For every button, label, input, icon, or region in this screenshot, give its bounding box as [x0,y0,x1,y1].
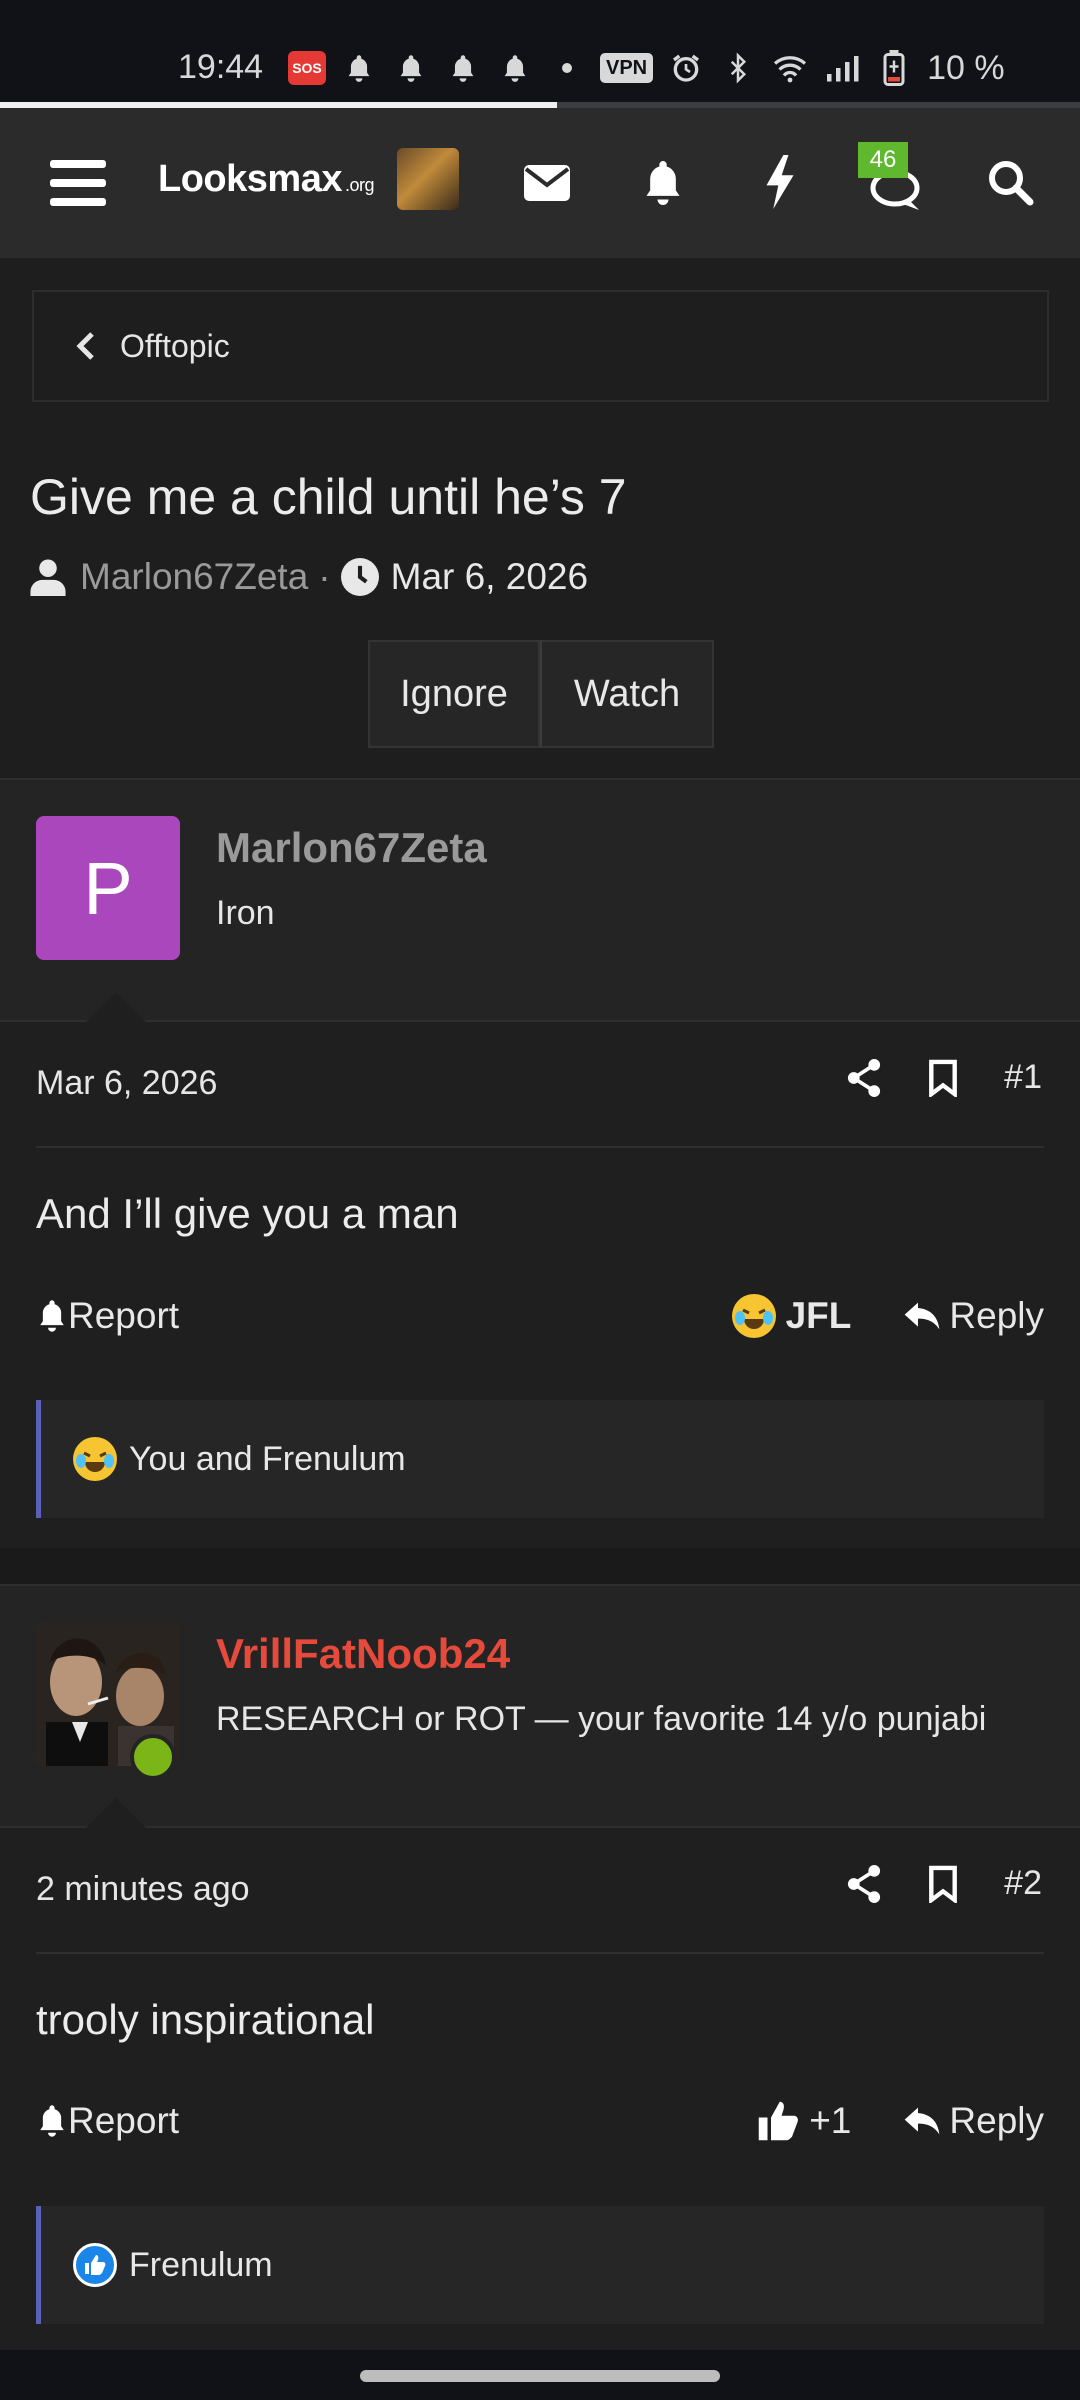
share-icon[interactable] [846,1864,882,1903]
post-date[interactable]: 2 minutes ago [36,1870,250,1909]
battery-percent: 10 % [927,48,1005,87]
vpn-icon: VPN [600,53,654,83]
post-separator [0,1548,1080,1584]
site-logo[interactable]: Looksmax .org [158,158,375,201]
laughing-crying-emoji-icon [731,1294,776,1338]
post-username[interactable]: VrillFatNoob24 [216,1630,510,1678]
system-nav-bar [0,2350,1080,2400]
sos-icon: SOS [288,51,326,85]
thumbs-up-icon [758,2101,799,2141]
thread-author-link[interactable]: Marlon67Zeta [80,556,308,598]
reply-icon [905,2107,940,2135]
post-body: Mar 6, 2026 #1 And I’ll give you a man R… [0,992,1080,1548]
reply-button[interactable]: Reply [903,1295,1044,1337]
thread-date[interactable]: Mar 6, 2026 [391,556,588,598]
status-time: 19:44 [178,48,264,86]
like-label: +1 [809,2100,852,2141]
report-button[interactable]: Report [36,2100,179,2142]
app-header: Looksmax .org 46 [0,108,1080,258]
menu-icon[interactable] [46,152,110,214]
reactions-bar[interactable]: Frenulum [36,2206,1044,2324]
bluetooth-icon [719,49,757,87]
user-title: Iron [216,894,275,932]
status-icons: SOS VPN 10 % [288,48,1005,88]
signal-icon [823,49,861,87]
thread-actions: Ignore Watch [368,640,714,748]
post-body: 2 minutes ago #2 trooly inspirational Re… [0,1798,1080,2350]
breadcrumb-label: Offtopic [120,327,230,364]
like-emoji-icon [73,2243,117,2287]
post-user-block: P Marlon67Zeta Iron [0,778,1080,1020]
clock-icon [340,558,379,596]
post-number-link[interactable]: #2 [1004,1864,1042,1903]
breadcrumb[interactable]: Offtopic [32,290,1049,402]
laughing-crying-emoji-icon [73,1437,117,1481]
reactions-summary: You and Frenulum [129,1439,406,1478]
bell-icon[interactable] [636,154,690,212]
chevron-left-icon [76,332,94,360]
divider [36,1146,1044,1148]
post-actions: #2 [846,1864,1042,1903]
reply-button[interactable]: Reply [903,2100,1044,2142]
post-date[interactable]: Mar 6, 2026 [36,1064,217,1103]
share-icon[interactable] [846,1058,882,1097]
post-pointer [86,1798,146,1828]
reply-label: Reply [949,2100,1044,2141]
ignore-button[interactable]: Ignore [368,640,540,748]
wifi-icon [771,49,809,87]
bookmark-icon[interactable] [928,1059,958,1097]
avatar[interactable]: P [36,816,180,960]
battery-icon [875,49,913,87]
notification-bell-icon [340,49,378,87]
watch-button[interactable]: Watch [540,640,714,748]
logo-text: Looksmax [158,158,342,200]
like-button[interactable]: +1 [757,2100,851,2142]
reply-label: Reply [949,1295,1044,1336]
avatar[interactable] [397,148,459,210]
meta-separator: · [318,556,331,597]
bolt-icon[interactable] [754,152,806,212]
bell-icon [40,2105,64,2137]
post-username[interactable]: Marlon67Zeta [216,824,487,872]
reply-icon [905,1302,940,1330]
post-footer: Report +1 Reply [36,2100,1044,2142]
chat-count-badge: 46 [858,142,908,178]
reactions-summary: Frenulum [129,2245,273,2284]
notification-bell-icon [392,49,430,87]
report-label: Report [68,2100,180,2141]
post-text: And I’ll give you a man [36,1190,459,1237]
notification-bell-icon [496,49,534,87]
reaction-button[interactable]: JFL [731,1294,852,1338]
report-label: Report [68,1295,180,1336]
search-icon[interactable] [982,154,1038,210]
envelope-icon[interactable] [520,156,574,210]
post-user-block: VrillFatNoob24 RESEARCH or ROT — your fa… [0,1584,1080,1826]
report-button[interactable]: Report [36,1295,179,1337]
post-text: trooly inspirational [36,1996,375,2043]
post-number-link[interactable]: #1 [1004,1058,1042,1097]
avatar-letter: P [83,846,133,930]
notification-bell-icon [444,49,482,87]
thread-meta: Marlon67Zeta · Mar 6, 2026 [30,556,588,598]
reactions-bar[interactable]: You and Frenulum [36,1400,1044,1518]
user-icon [30,559,66,596]
bookmark-icon[interactable] [928,1865,958,1903]
post-footer: Report JFL Reply [36,1294,1044,1338]
dot-icon [548,49,586,87]
thread-title: Give me a child until he’s 7 [30,469,627,525]
post-actions: #1 [846,1058,1042,1097]
logo-suffix: .org [344,175,375,195]
status-bar: 19:44 SOS VPN 10 % [0,0,1080,102]
online-status-indicator [130,1734,176,1780]
post-pointer [86,992,146,1022]
alarm-icon [667,49,705,87]
divider [36,1952,1044,1954]
bell-icon [40,1300,64,1332]
reaction-label: JFL [785,1295,852,1336]
home-gesture-handle[interactable] [360,2370,720,2382]
user-title: RESEARCH or ROT — your favorite 14 y/o p… [216,1700,987,1738]
